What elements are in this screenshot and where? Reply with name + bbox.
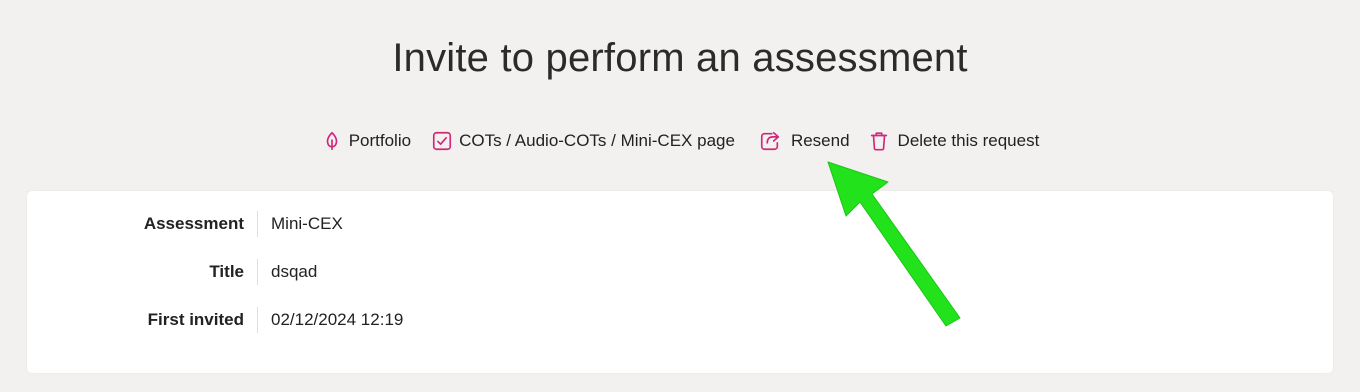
action-bar: Portfolio COTs / Audio-COTs / Mini-CEX p… (0, 126, 1360, 156)
resend-label: Resend (790, 131, 850, 150)
title-label: Title (209, 262, 244, 281)
detail-row-title: Title dsqad (27, 258, 1333, 286)
delete-request-label: Delete this request (897, 131, 1040, 150)
cots-page-label: COTs / Audio-COTs / Mini-CEX page (459, 131, 735, 150)
checkbox-icon (431, 130, 453, 152)
trash-icon (868, 130, 890, 152)
page-title: Invite to perform an assessment (392, 36, 968, 80)
cots-page-link[interactable]: COTs / Audio-COTs / Mini-CEX page (431, 126, 735, 156)
leaf-icon (321, 130, 343, 152)
assessment-label: Assessment (143, 214, 244, 233)
detail-row-assessment: Assessment Mini-CEX (27, 210, 1333, 238)
first-invited-value: 02/12/2024 12:19 (271, 310, 404, 329)
resend-button[interactable]: Resend (759, 126, 850, 156)
share-arrow-icon (759, 130, 781, 152)
delete-request-button[interactable]: Delete this request (868, 126, 1040, 156)
portfolio-label: Portfolio (348, 131, 412, 150)
detail-row-first-invited: First invited 02/12/2024 12:19 (27, 306, 1333, 334)
page: Invite to perform an assessment Portfoli… (0, 0, 1360, 392)
first-invited-label: First invited (147, 310, 244, 329)
title-value: dsqad (271, 262, 318, 281)
details-card: Assessment Mini-CEX Title dsqad First in… (27, 191, 1333, 373)
portfolio-link[interactable]: Portfolio (321, 126, 411, 156)
assessment-value: Mini-CEX (271, 214, 343, 233)
